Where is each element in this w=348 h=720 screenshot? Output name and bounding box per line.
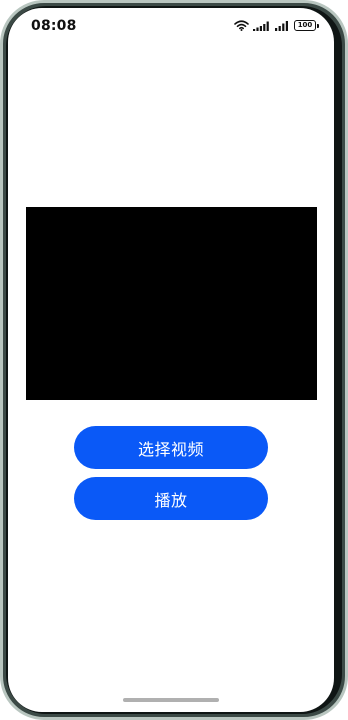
status-time: 08:08	[31, 18, 77, 34]
battery-icon: 100	[294, 20, 319, 31]
play-button[interactable]: 播放	[74, 477, 268, 520]
signal-icon	[275, 20, 288, 31]
status-bar: 08:08 100	[8, 8, 334, 46]
app-screen: 08:08 100 选择视频 播放	[8, 8, 334, 712]
status-icons: 100	[234, 20, 319, 31]
signal-icon	[253, 21, 269, 31]
wifi-icon	[234, 20, 249, 31]
home-indicator[interactable]	[123, 698, 219, 702]
select-video-button[interactable]: 选择视频	[74, 426, 268, 469]
video-player[interactable]	[26, 207, 317, 400]
battery-level: 100	[297, 21, 313, 29]
